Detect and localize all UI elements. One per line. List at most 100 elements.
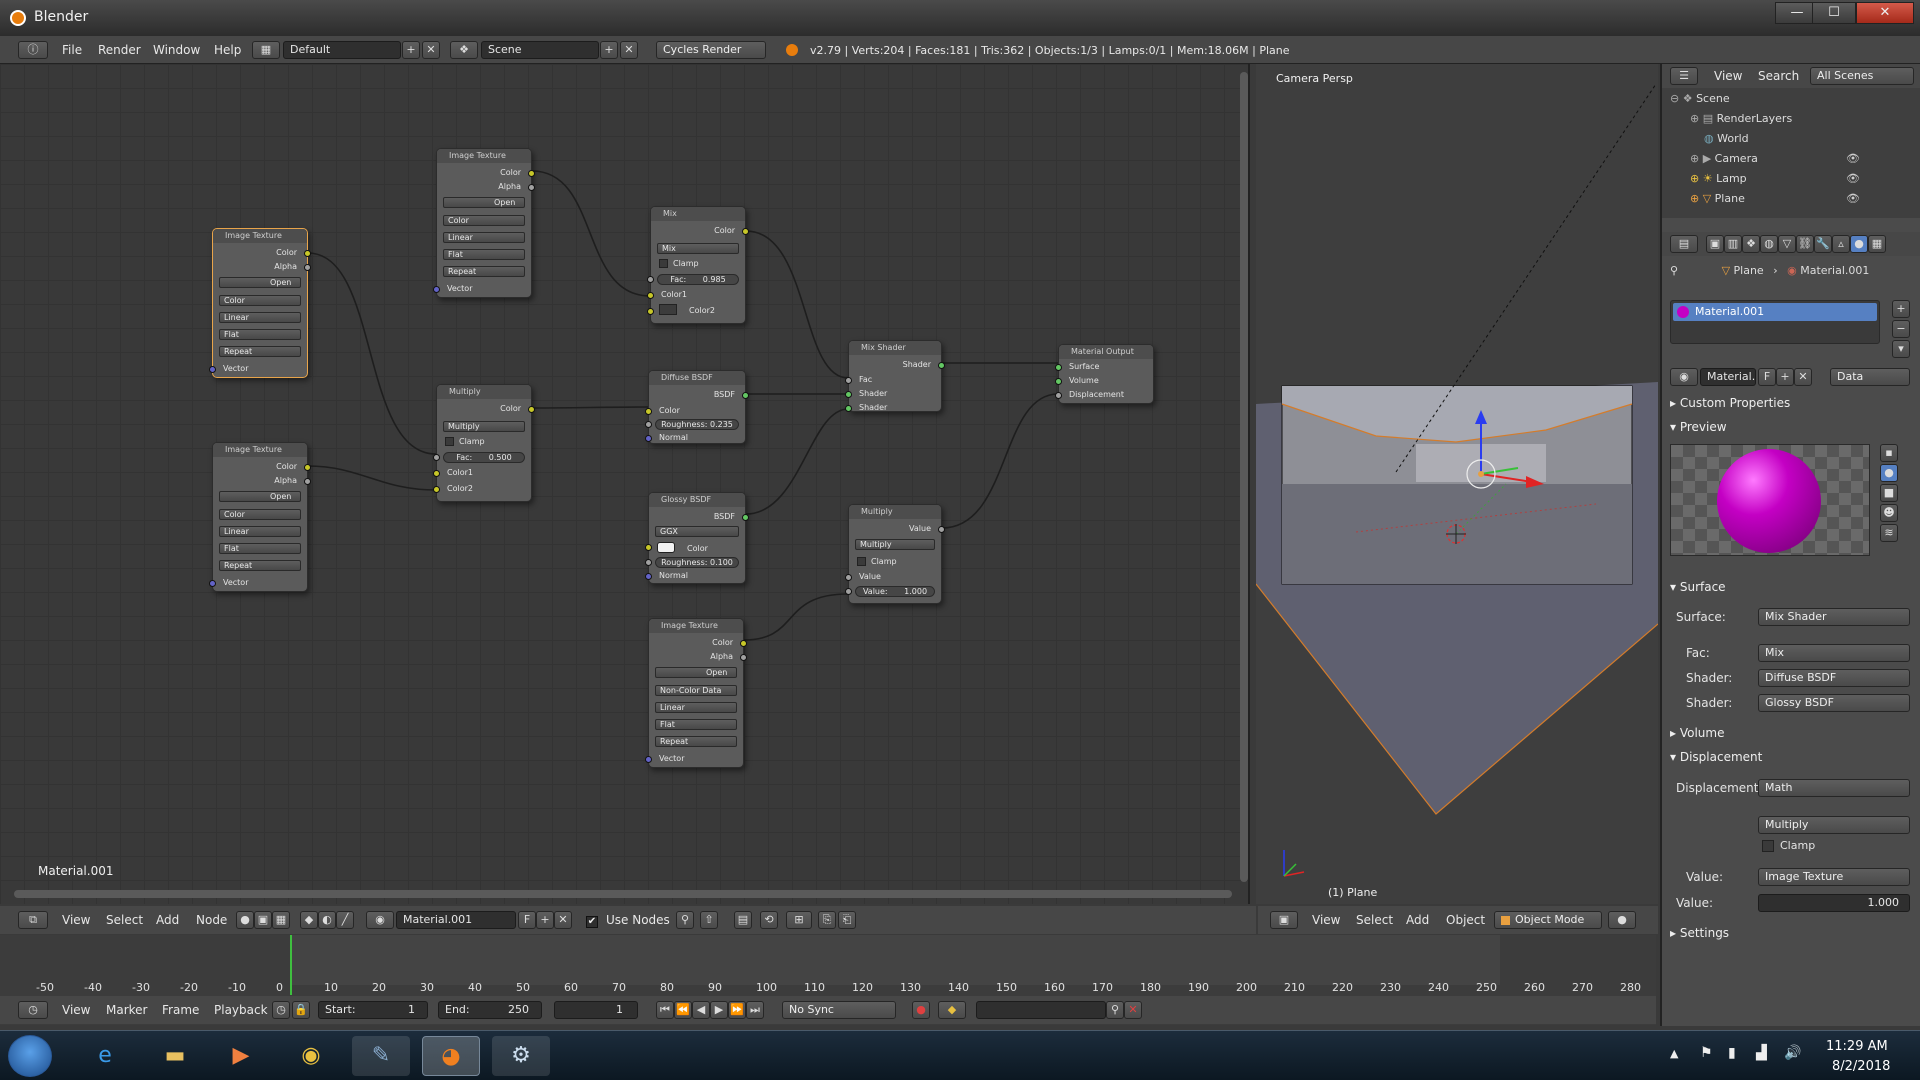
close-button[interactable]: ✕ [1856,2,1914,24]
output-socket-bsdf[interactable] [742,514,749,521]
input-socket-fac[interactable] [647,276,654,283]
steam-icon[interactable]: ⚙ [492,1036,550,1076]
displacement-dropdown[interactable]: Math [1758,779,1910,797]
input-socket-roughness[interactable] [645,559,652,566]
visibility-eye-icon[interactable]: 👁 [1846,152,1860,165]
extension-dropdown[interactable]: Repeat [443,266,525,277]
active-keying-set-field[interactable] [976,1001,1106,1019]
menu-render[interactable]: Render [98,43,141,57]
compositing-nodes-icon[interactable]: ▣ [254,911,272,929]
link-data-dropdown[interactable]: Data [1830,368,1910,386]
outliner-menu-view[interactable]: View [1714,69,1742,83]
record-icon[interactable]: ● [912,1001,930,1019]
output-socket-value[interactable] [938,526,945,533]
network-icon[interactable]: ▟ [1756,1045,1767,1061]
unlink-material-icon[interactable]: ✕ [554,911,572,929]
input-socket-shader2[interactable] [845,405,852,412]
use-nodes-checkbox[interactable]: ✔ [586,916,598,928]
paint-icon[interactable]: ✎ [352,1036,410,1076]
input-socket-color[interactable] [645,408,652,415]
battery-icon[interactable]: ▮ [1728,1045,1736,1061]
breadcrumb-material[interactable]: Material.001 [1800,264,1869,277]
preview-sphere-icon[interactable]: ● [1880,464,1898,482]
media-player-icon[interactable]: ▶ [212,1036,270,1076]
output-socket-color[interactable] [304,464,311,471]
auto-offset-icon[interactable]: ⟲ [760,911,778,929]
menu-marker[interactable]: Marker [106,1003,147,1017]
visibility-eye-icon[interactable]: 👁 [1846,172,1860,185]
output-socket-color[interactable] [742,228,749,235]
action-center-icon[interactable]: ⚑ [1700,1045,1713,1061]
maximize-button[interactable]: ☐ [1812,2,1856,24]
chrome-icon[interactable]: ◉ [282,1036,340,1076]
editor-type-icon[interactable]: ⧉ [18,911,48,929]
play-icon[interactable]: ▶ [710,1001,728,1019]
roughness-field[interactable]: Roughness: 0.235 [655,419,739,430]
image-open-button[interactable]: Open [443,197,525,208]
blend-mode-dropdown[interactable]: Multiply [443,421,525,432]
output-socket-color[interactable] [528,170,535,177]
copy-nodes-icon[interactable]: ⎘ [818,911,836,929]
start-frame-field[interactable]: Start: 1 [318,1001,428,1019]
material-name-field[interactable]: Material.001 [396,911,516,929]
input-socket-roughness[interactable] [645,421,652,428]
clamp-checkbox[interactable] [857,557,866,566]
preview-monkey-icon[interactable]: ☻ [1880,504,1898,522]
outliner-item-renderlayers[interactable]: ⊕ ▤ RenderLayers [1690,112,1792,125]
output-socket-alpha[interactable] [740,654,747,661]
math-operation-dropdown[interactable]: Multiply [855,539,935,550]
material-datablock-field[interactable]: Material. [1700,368,1756,386]
preview-flat-icon[interactable]: ▪ [1880,444,1898,462]
interpolation-dropdown[interactable]: Linear [655,702,737,713]
projection-dropdown[interactable]: Flat [655,719,737,730]
section-surface[interactable]: ▾ Surface [1670,580,1726,594]
internet-explorer-icon[interactable]: e [76,1036,134,1076]
menu-frame[interactable]: Frame [162,1003,199,1017]
viewport-shading-icon[interactable]: ● [1608,911,1636,929]
linestyle-shader-icon[interactable]: ╱ [336,911,354,929]
material-browse-icon[interactable]: ◉ [1670,368,1698,386]
projection-dropdown[interactable]: Flat [443,249,525,260]
extension-dropdown[interactable]: Repeat [219,346,301,357]
remove-slot-icon[interactable]: − [1892,320,1910,338]
outliner-editor-type-icon[interactable]: ☰ [1670,67,1698,85]
input-socket-value2[interactable] [845,588,852,595]
input-socket-color1[interactable] [647,292,654,299]
tab-scene-icon[interactable]: ❖ [1742,235,1760,253]
output-socket-color[interactable] [304,250,311,257]
output-socket-shader[interactable] [938,362,945,369]
remove-screen-icon[interactable]: ✕ [422,41,440,59]
input-socket-volume[interactable] [1055,378,1062,385]
outliner-item-world[interactable]: ◍ World [1704,132,1749,145]
blend-mode-dropdown[interactable]: Mix [657,243,739,254]
timeline-editor-type-icon[interactable]: ◷ [18,1001,48,1019]
shader-nodes-icon[interactable]: ● [236,911,254,929]
color-space-dropdown[interactable]: Color [443,215,525,226]
insert-keyframe-icon[interactable]: ⚲ [1106,1001,1124,1019]
tab-constraints-icon[interactable]: ⛓ [1796,235,1814,253]
tab-render-icon[interactable]: ▣ [1706,235,1724,253]
input-socket-vector[interactable] [209,366,216,373]
image-open-button[interactable]: Open [219,277,301,288]
outliner-item-camera[interactable]: ⊕ ▶ Camera [1690,152,1758,165]
input-socket-color2[interactable] [433,486,440,493]
delete-keyframe-icon[interactable]: ✕ [1124,1001,1142,1019]
menu-view[interactable]: View [1312,913,1340,927]
world-shader-icon[interactable]: ◐ [318,911,336,929]
input-socket-vector[interactable] [433,286,440,293]
tab-object-icon[interactable]: ▽ [1778,235,1796,253]
visibility-eye-icon[interactable]: 👁 [1846,192,1860,205]
menu-playback[interactable]: Playback [214,1003,268,1017]
scene-icon[interactable]: ❖ [450,41,478,59]
input-socket-value1[interactable] [845,574,852,581]
menu-select[interactable]: Select [1356,913,1393,927]
interpolation-dropdown[interactable]: Linear [219,526,301,537]
color-space-dropdown[interactable]: Color [219,295,301,306]
start-button[interactable] [8,1035,52,1077]
tab-data-icon[interactable]: ▵ [1832,235,1850,253]
pin-icon[interactable]: ⚲ [1670,264,1682,277]
input-socket-color[interactable] [645,544,652,551]
value2-field[interactable]: 1.000 [1758,894,1910,912]
volume-icon[interactable]: 🔊 [1784,1045,1801,1061]
scene-field[interactable]: Scene [481,41,599,59]
